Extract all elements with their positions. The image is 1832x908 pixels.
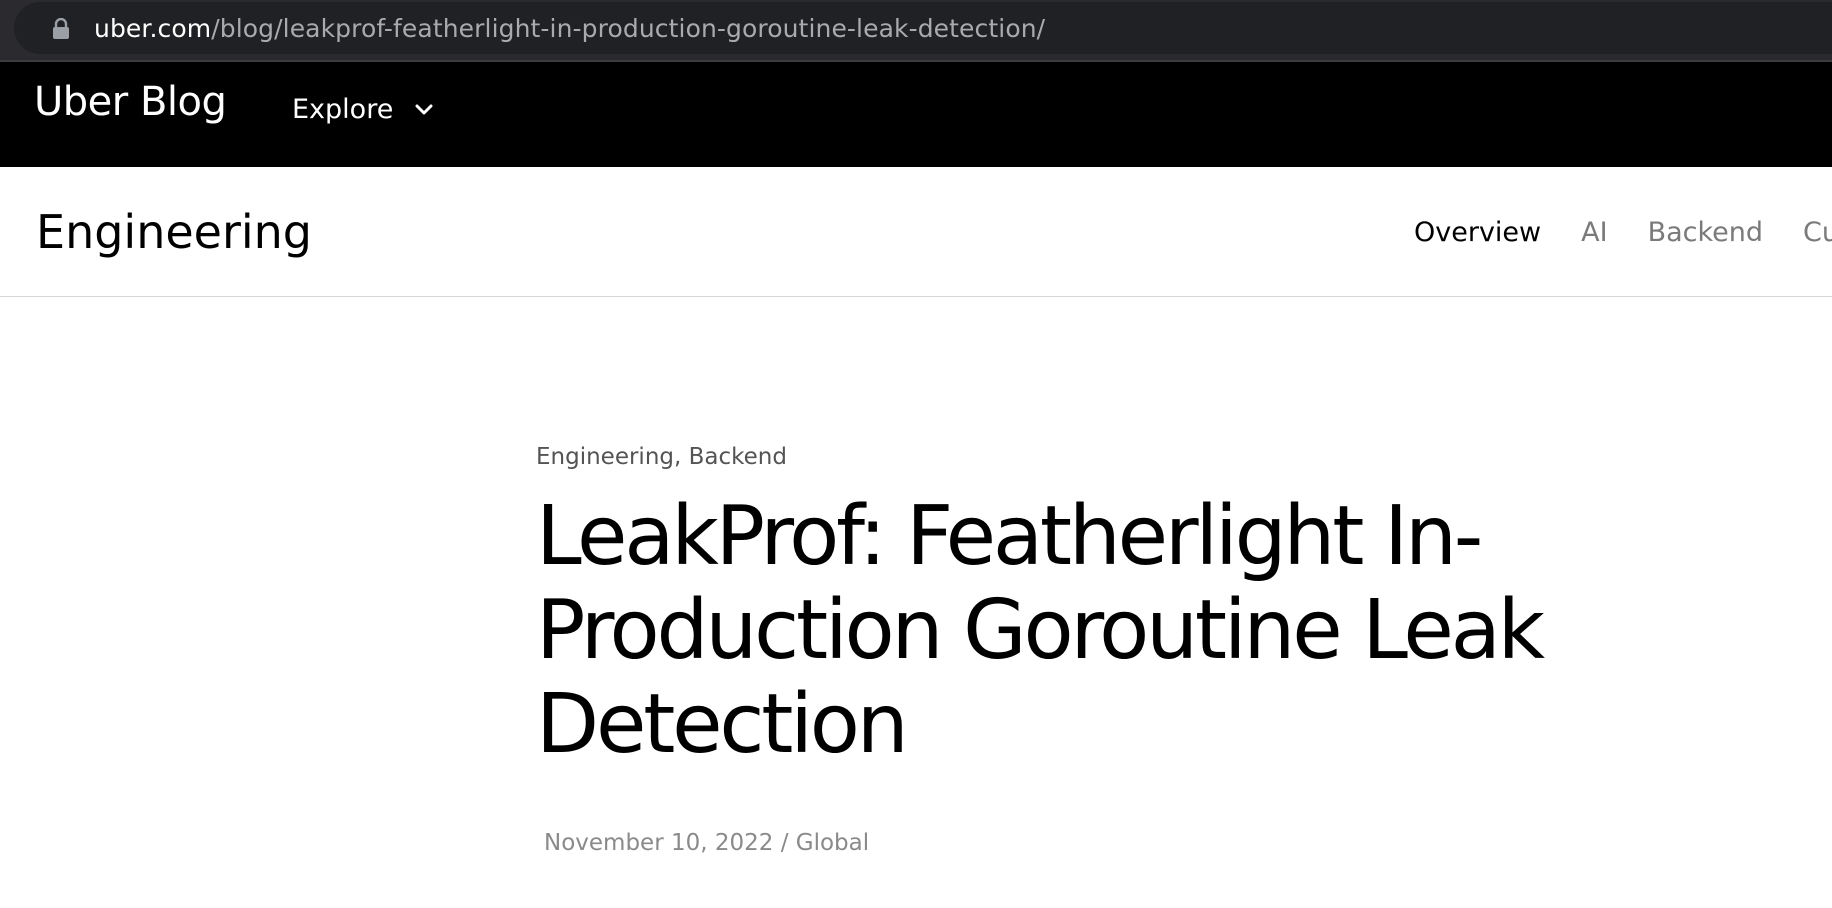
tab-culture[interactable]: Cul: [1803, 211, 1832, 255]
section-title[interactable]: Engineering: [36, 203, 312, 261]
meta-separator: /: [773, 830, 796, 856]
article-categories: Engineering, Backend: [536, 438, 1736, 476]
uber-blog-logo[interactable]: Uber Blog: [34, 76, 227, 128]
explore-label: Explore: [292, 94, 394, 125]
browser-address-bar: uber.com/blog/leakprof-featherlight-in-p…: [0, 0, 1832, 62]
url-path: /blog/leakprof-featherlight-in-productio…: [211, 14, 1046, 43]
lock-icon[interactable]: [52, 18, 70, 40]
tab-ai[interactable]: AI: [1581, 211, 1607, 255]
article-header: Engineering, Backend LeakProf: Featherli…: [536, 438, 1736, 860]
article-date: November 10, 2022: [544, 830, 774, 856]
section-nav: Engineering Overview AI Backend Cul: [0, 167, 1832, 297]
url-field[interactable]: uber.com/blog/leakprof-featherlight-in-p…: [14, 2, 1832, 54]
category-separator: ,: [674, 444, 689, 470]
section-tabs: Overview AI Backend Cul: [1414, 211, 1832, 255]
tab-overview[interactable]: Overview: [1414, 211, 1541, 255]
site-header: Uber Blog Explore: [0, 62, 1832, 167]
explore-menu-button[interactable]: Explore: [292, 88, 433, 132]
tab-backend[interactable]: Backend: [1648, 211, 1763, 255]
article-title: LeakProf: Featherlight In-Production Gor…: [536, 489, 1545, 772]
url-text[interactable]: uber.com/blog/leakprof-featherlight-in-p…: [94, 14, 1045, 44]
category-link-engineering[interactable]: Engineering: [536, 444, 674, 470]
chevron-down-icon: [415, 104, 433, 115]
category-link-backend[interactable]: Backend: [689, 444, 787, 470]
url-host: uber.com: [94, 14, 212, 43]
article-region: Global: [795, 830, 870, 856]
article-meta: November 10, 2022 / Global: [544, 826, 1736, 860]
